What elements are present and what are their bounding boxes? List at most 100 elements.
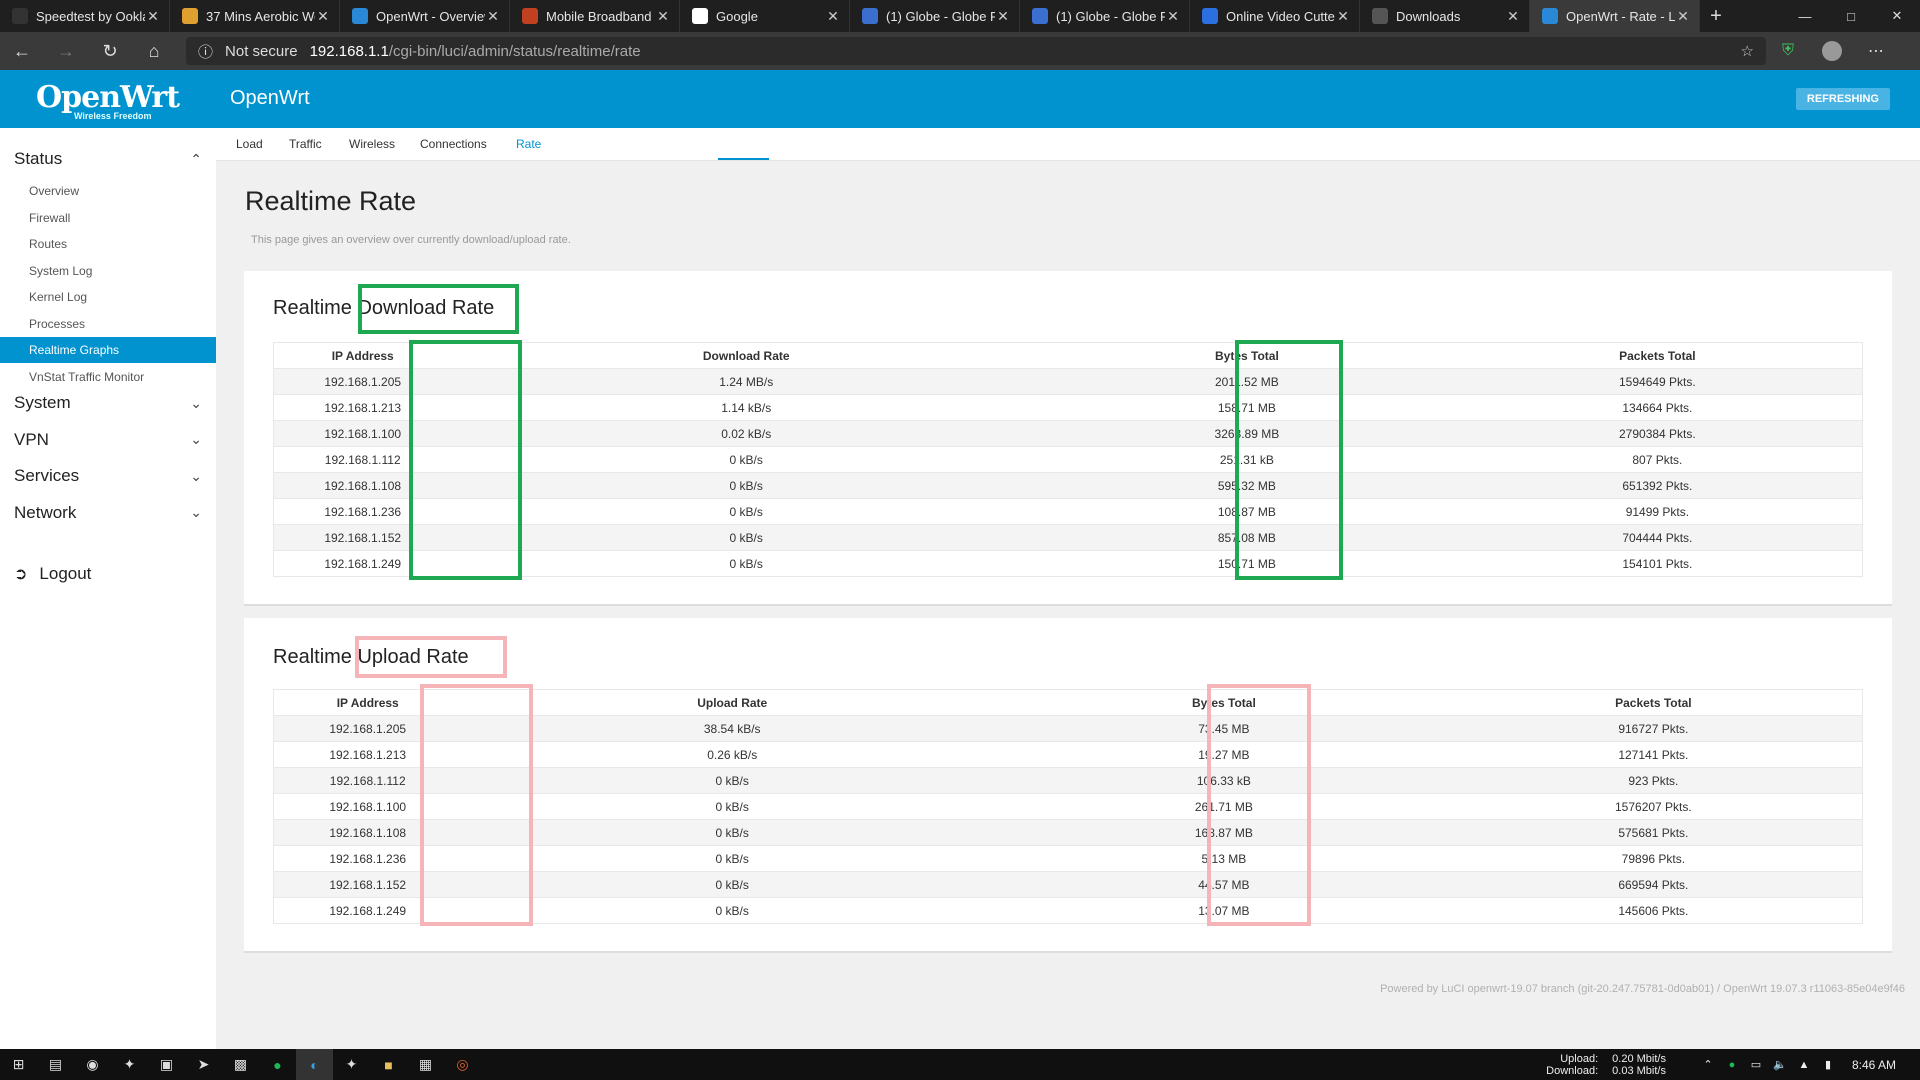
forward-icon[interactable]: → bbox=[44, 32, 88, 70]
browser-tab[interactable]: 37 Mins Aerobic Wo ✕ bbox=[170, 0, 340, 32]
windows-taskbar: ⊞ ▤ ◉ ✦ ▣ ➤ ▩ ● ◐ ✦ ■ ▦ ◎ Upload: 0.20 M… bbox=[0, 1049, 1920, 1080]
task-view-icon[interactable]: ▤ bbox=[37, 1049, 74, 1080]
browser-tab-strip: Speedtest by Ookla ✕ 37 Mins Aerobic Wo ✕ Op… bbox=[0, 0, 1920, 32]
tab-close-icon[interactable]: ✕ bbox=[995, 8, 1011, 25]
logout-label: Logout bbox=[39, 564, 92, 583]
address-bar[interactable]: ⓘ Not secure 192.168.1.1 /cgi-bin/luci/a… bbox=[186, 37, 1766, 65]
chevron-up-icon[interactable]: ⌃ bbox=[1696, 1058, 1720, 1071]
reload-icon[interactable]: ↻ bbox=[88, 32, 132, 70]
tab-close-icon[interactable]: ✕ bbox=[485, 8, 501, 25]
tab-close-icon[interactable]: ✕ bbox=[655, 8, 671, 25]
spotify-icon[interactable]: ● bbox=[259, 1049, 296, 1080]
info-icon[interactable]: ⓘ bbox=[198, 41, 213, 62]
sidebar-item-routes[interactable]: Routes bbox=[0, 231, 216, 257]
chevron-down-icon: ⌄ bbox=[190, 504, 202, 520]
tab-close-icon[interactable]: ✕ bbox=[1675, 8, 1691, 25]
browser-tab[interactable]: (1) Globe - Globe Pl ✕ bbox=[1020, 0, 1190, 32]
taskbar-app-icon[interactable]: ✦ bbox=[333, 1049, 370, 1080]
sidebar-item-system-log[interactable]: System Log bbox=[0, 258, 216, 284]
taskbar-app-icon[interactable]: ◎ bbox=[444, 1049, 481, 1080]
tab-connections[interactable]: Connections bbox=[420, 137, 487, 151]
home-icon[interactable]: ⌂ bbox=[132, 32, 176, 70]
shield-extension-icon[interactable]: ⛨ bbox=[1766, 42, 1810, 60]
table-cell: 1594649 Pkts. bbox=[1452, 368, 1863, 395]
browser-tab[interactable]: Mobile Broadband ✕ bbox=[510, 0, 680, 32]
browser-tab[interactable]: Speedtest by Ookla ✕ bbox=[0, 0, 170, 32]
maximize-icon[interactable]: □ bbox=[1828, 0, 1874, 32]
table-row: 192.168.1.236 0 kB/s 108.87 MB 91499 Pkts. bbox=[273, 498, 1863, 525]
spotify-tray-icon[interactable]: ● bbox=[1720, 1059, 1744, 1071]
profile-avatar[interactable] bbox=[1810, 41, 1854, 61]
tab-traffic[interactable]: Traffic bbox=[289, 137, 322, 151]
table-cell: 192.168.1.205 bbox=[273, 715, 462, 742]
sidebar-item-processes[interactable]: Processes bbox=[0, 311, 216, 337]
sidebar-section-services[interactable]: Services ⌄ bbox=[0, 459, 216, 493]
taskbar-app-icon[interactable]: ✦ bbox=[111, 1049, 148, 1080]
taskbar-app-icon[interactable]: ◉ bbox=[74, 1049, 111, 1080]
sidebar-section-vpn[interactable]: VPN ⌄ bbox=[0, 423, 216, 457]
title-highlight: Download Rate bbox=[357, 297, 495, 319]
url-host: 192.168.1.1 bbox=[309, 42, 389, 60]
tab-load[interactable]: Load bbox=[236, 137, 263, 151]
table-cell: 3263.89 MB bbox=[1041, 420, 1453, 447]
table-cell: 916727 Pkts. bbox=[1444, 715, 1863, 742]
sidebar-item-realtime-graphs[interactable]: Realtime Graphs bbox=[0, 337, 216, 363]
title-highlight: Upload Rate bbox=[357, 646, 469, 668]
sidebar-item-kernel-log[interactable]: Kernel Log bbox=[0, 284, 216, 310]
store-icon[interactable]: ▣ bbox=[148, 1049, 185, 1080]
taskbar-app-icon[interactable]: ➤ bbox=[185, 1049, 222, 1080]
battery-icon[interactable]: ▮ bbox=[1816, 1058, 1840, 1071]
sidebar-item-overview[interactable]: Overview bbox=[0, 178, 216, 204]
network-icon[interactable]: ▭ bbox=[1744, 1058, 1768, 1071]
table-cell: 192.168.1.112 bbox=[273, 446, 452, 473]
table-cell: 192.168.1.236 bbox=[273, 845, 462, 872]
browser-tab[interactable]: OpenWrt - Rate - Lu ✕ bbox=[1530, 0, 1700, 32]
tab-close-icon[interactable]: ✕ bbox=[315, 8, 331, 25]
browser-tab[interactable]: Online Video Cutter ✕ bbox=[1190, 0, 1360, 32]
new-tab-button[interactable]: + bbox=[1700, 0, 1732, 32]
refreshing-button[interactable]: REFRESHING bbox=[1795, 88, 1890, 110]
tab-rate[interactable]: Rate bbox=[516, 137, 541, 151]
close-window-icon[interactable]: ✕ bbox=[1874, 0, 1920, 32]
brand-name[interactable]: OpenWrt bbox=[230, 87, 310, 110]
folder-icon[interactable]: ■ bbox=[370, 1049, 407, 1080]
minimize-icon[interactable]: — bbox=[1782, 0, 1828, 32]
taskbar-app-icon[interactable]: ▦ bbox=[407, 1049, 444, 1080]
taskbar-app-icon[interactable]: ▩ bbox=[222, 1049, 259, 1080]
sidebar-section-status[interactable]: Status ⌃ bbox=[0, 142, 216, 176]
tab-wireless[interactable]: Wireless bbox=[349, 137, 395, 151]
sidebar-section-system[interactable]: System ⌄ bbox=[0, 386, 216, 420]
more-menu-icon[interactable]: ⋯ bbox=[1854, 41, 1898, 61]
table-row: 192.168.1.152 0 kB/s 44.57 MB 669594 Pkts. bbox=[273, 871, 1863, 898]
tab-close-icon[interactable]: ✕ bbox=[1335, 8, 1351, 25]
tab-close-icon[interactable]: ✕ bbox=[145, 8, 161, 25]
edge-browser-icon[interactable]: ◐ bbox=[296, 1049, 333, 1080]
volume-icon[interactable]: 🔈 bbox=[1768, 1058, 1792, 1071]
column-header: Packets Total bbox=[1452, 342, 1863, 369]
back-icon[interactable]: ← bbox=[0, 32, 44, 70]
clock[interactable]: 8:46 AM bbox=[1852, 1058, 1896, 1072]
browser-tab[interactable]: Google ✕ bbox=[680, 0, 850, 32]
wifi-icon[interactable]: ▲ bbox=[1792, 1059, 1816, 1071]
tab-title: OpenWrt - Rate - Lu bbox=[1566, 8, 1675, 24]
window-controls: — □ ✕ bbox=[1782, 0, 1920, 32]
column-header: Download Rate bbox=[451, 342, 1042, 369]
browser-tab[interactable]: OpenWrt - Overview ✕ bbox=[340, 0, 510, 32]
logo-tagline: Wireless Freedom bbox=[74, 111, 152, 121]
table-cell: 38.54 kB/s bbox=[461, 715, 1004, 742]
table-cell: 0 kB/s bbox=[451, 550, 1042, 577]
tab-close-icon[interactable]: ✕ bbox=[825, 8, 841, 25]
browser-tab[interactable]: (1) Globe - Globe Pl ✕ bbox=[850, 0, 1020, 32]
table-cell: 192.168.1.249 bbox=[273, 897, 462, 924]
tab-close-icon[interactable]: ✕ bbox=[1505, 8, 1521, 25]
sidebar-item-firewall[interactable]: Firewall bbox=[0, 205, 216, 231]
table-cell: 192.168.1.108 bbox=[273, 472, 452, 499]
openwrt-logo[interactable]: OpenWrt Wireless Freedom bbox=[36, 80, 180, 121]
table-cell: 150.71 MB bbox=[1041, 550, 1453, 577]
logout-link[interactable]: ➲ Logout bbox=[14, 564, 91, 584]
windows-start-icon[interactable]: ⊞ bbox=[0, 1049, 37, 1080]
sidebar-section-network[interactable]: Network ⌄ bbox=[0, 496, 216, 530]
browser-tab[interactable]: Downloads ✕ bbox=[1360, 0, 1530, 32]
tab-close-icon[interactable]: ✕ bbox=[1165, 8, 1181, 25]
bookmark-star-icon[interactable]: ☆ bbox=[1741, 42, 1754, 60]
